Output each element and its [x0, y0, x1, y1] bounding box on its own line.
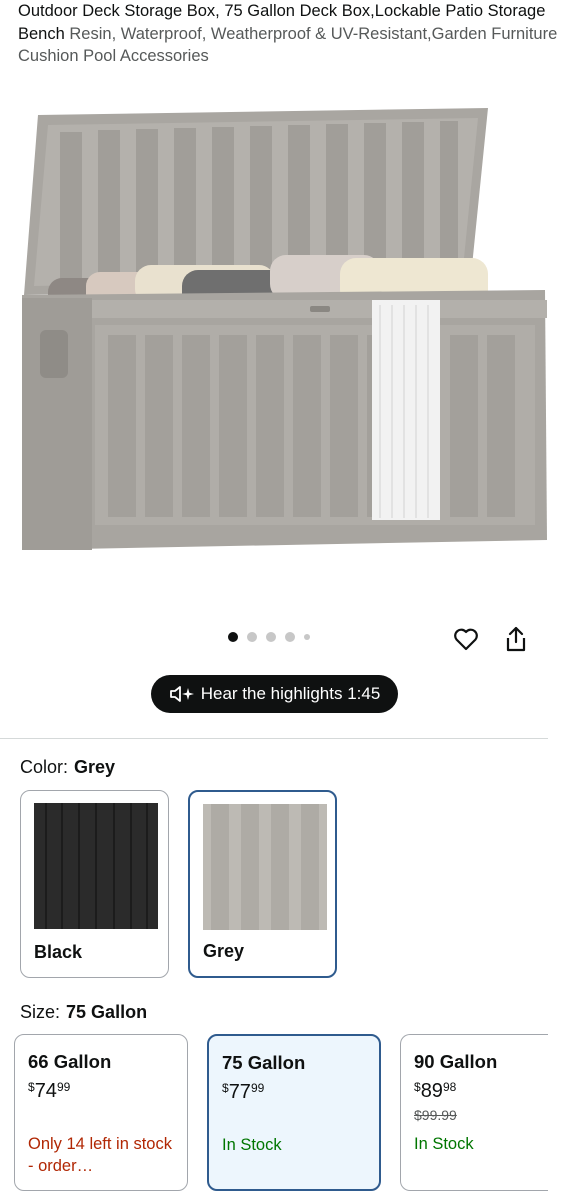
stock-status: Only 14 left in stock - order…: [28, 1135, 172, 1175]
hear-highlights-label: Hear the highlights 1:45: [200, 684, 381, 703]
size-option-name: 75 Gallon: [222, 1052, 306, 1073]
size-option-90-gallon[interactable]: 90 Gallon $89 98 $99.99 In Stock: [400, 1034, 548, 1191]
product-title-block: Outdoor Deck Storage Box, 75 Gallon Deck…: [18, 0, 568, 68]
size-option-66-gallon[interactable]: 66 Gallon $74 99 Only 14 left in stock - …: [14, 1034, 188, 1191]
size-row-label: Size: 75 Gallon: [20, 1002, 147, 1023]
carousel-dot[interactable]: [228, 632, 238, 642]
size-selected-value: 75 Gallon: [66, 1002, 148, 1022]
hear-highlights-button[interactable]: Hear the highlights 1:45: [151, 675, 398, 713]
size-option-price: $89 98: [414, 1080, 457, 1102]
product-subtitle: Resin, Waterproof, Weatherproof & UV-Res…: [18, 24, 558, 66]
size-option-price: $74 99: [28, 1080, 71, 1102]
heart-icon[interactable]: [452, 625, 480, 653]
size-option-price: $77 99: [222, 1081, 265, 1103]
speaker-sparkle-icon: [169, 686, 194, 702]
black-swatch-image: [34, 803, 158, 929]
size-option-75-gallon[interactable]: 75 Gallon $77 99 In Stock: [207, 1034, 381, 1191]
share-icon[interactable]: [504, 625, 528, 653]
carousel-dot[interactable]: [304, 634, 310, 640]
stock-status: In Stock: [222, 1136, 282, 1154]
image-carousel-dots[interactable]: [228, 632, 310, 642]
carousel-dot[interactable]: [266, 632, 276, 642]
carousel-dot[interactable]: [247, 632, 257, 642]
color-option-label: Black: [34, 942, 83, 962]
size-option-name: 90 Gallon: [414, 1051, 498, 1072]
list-price: $99.99: [414, 1107, 457, 1123]
carousel-dot[interactable]: [285, 632, 295, 642]
stock-status: In Stock: [414, 1135, 474, 1153]
color-selected-value: Grey: [74, 757, 116, 777]
size-label: Size:: [20, 1002, 61, 1022]
size-option-name: 66 Gallon: [28, 1051, 112, 1072]
color-option-grey[interactable]: Grey: [188, 790, 337, 978]
color-option-black[interactable]: Black: [20, 790, 169, 978]
product-image[interactable]: [0, 100, 585, 605]
section-divider: [0, 738, 548, 739]
color-option-label: Grey: [203, 941, 245, 961]
grey-swatch-image: [203, 804, 327, 930]
color-row-label: Color: Grey: [20, 757, 115, 778]
color-label: Color:: [20, 757, 69, 777]
